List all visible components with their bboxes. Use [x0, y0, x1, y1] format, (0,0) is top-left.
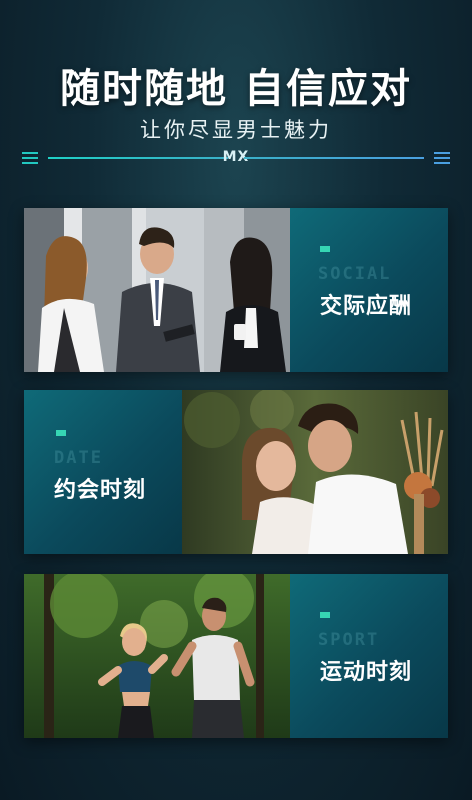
page-title: 随时随地 自信应对 — [60, 66, 412, 112]
menu-bars-icon — [434, 152, 450, 164]
card-panel: SOCIAL 交际应酬 — [290, 208, 448, 372]
card-label: 约会时刻 — [54, 478, 147, 503]
accent-mark — [56, 430, 66, 436]
decorative-divider: MX — [22, 149, 450, 166]
card-sport: SPORT 运动时刻 — [24, 574, 448, 738]
header: 随时随地 自信应对 让你尽显男士魅力 MX — [0, 0, 472, 180]
ghost-text: SPORT — [318, 630, 380, 650]
accent-mark — [320, 246, 330, 252]
accent-mark — [320, 612, 330, 618]
ghost-text: SOCIAL — [318, 264, 392, 284]
card-social: SOCIAL 交际应酬 — [24, 208, 448, 372]
card-date: DATE 约会时刻 — [24, 390, 448, 554]
ghost-text: DATE — [54, 448, 103, 468]
jogging-photo — [24, 574, 290, 738]
card-label: 交际应酬 — [320, 294, 413, 319]
card-panel: SPORT 运动时刻 — [290, 574, 448, 738]
page-subtitle: 让你尽显男士魅力 — [140, 118, 332, 142]
couple-photo — [182, 390, 448, 554]
business-people-photo — [24, 208, 290, 372]
card-label: 运动时刻 — [320, 660, 413, 685]
divider-line-right — [244, 157, 424, 159]
card-panel: DATE 约会时刻 — [24, 390, 182, 554]
